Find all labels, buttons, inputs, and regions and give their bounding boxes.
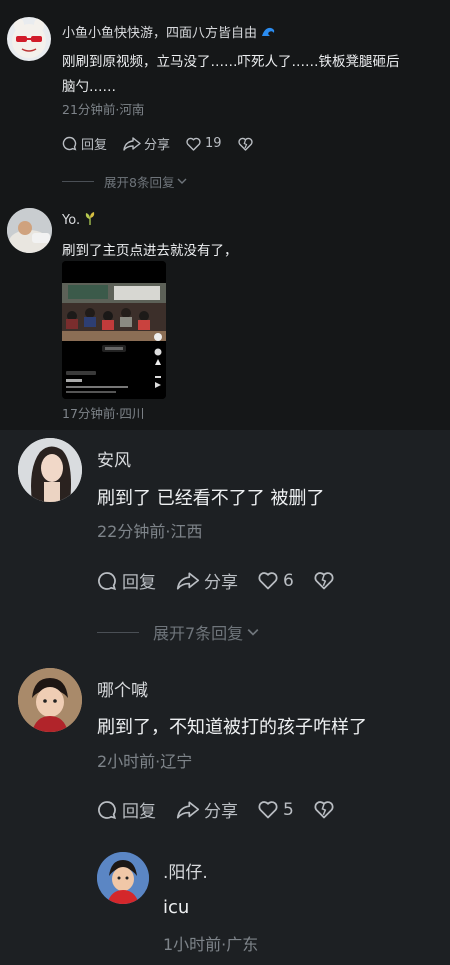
avatar[interactable] [97, 852, 149, 904]
comment-meta: 21分钟前·河南 [62, 102, 145, 117]
divider-line [97, 631, 139, 633]
comment-bubble-icon [62, 136, 77, 151]
comment-bubble-icon [97, 800, 117, 820]
share-arrow-icon [176, 800, 200, 819]
comment-actions: 回复 分享 6 [97, 568, 350, 593]
heart-icon [186, 137, 201, 151]
share-button[interactable]: 分享 [176, 797, 238, 822]
heart-icon [258, 571, 278, 590]
comment-text: 刷到了主页点进去就没有了， [62, 243, 238, 259]
comment-meta: 17分钟前·四川 [62, 406, 145, 421]
avatar[interactable] [18, 438, 82, 502]
chevron-down-icon [176, 174, 188, 189]
comment-meta: 1小时前·广东 [163, 935, 259, 954]
avatar[interactable] [18, 668, 82, 732]
reply-button[interactable]: 回复 [97, 568, 156, 593]
comment-bubble-icon [97, 571, 117, 591]
comment-text: 脑勺…… [62, 79, 116, 95]
comment-text: 刷到了 已经看不了了 被删了 [97, 488, 325, 509]
like-button[interactable]: 6 [258, 571, 294, 591]
comment-actions: 回复 分享 5 [97, 797, 350, 822]
avatar[interactable] [7, 208, 52, 253]
comment-username[interactable]: 哪个喊 [97, 676, 148, 701]
share-button[interactable]: 分享 [176, 568, 238, 593]
share-button[interactable]: 分享 [123, 134, 170, 153]
sprout-emoji-icon [84, 212, 96, 230]
comment-username[interactable]: .阳仔. [163, 858, 208, 883]
like-button[interactable]: 5 [258, 800, 294, 820]
avatar[interactable] [7, 17, 51, 61]
broken-heart-icon [237, 137, 253, 151]
dislike-button[interactable] [314, 800, 334, 819]
comment-text: 刷到了，不知道被打的孩子咋样了 [97, 717, 367, 738]
comment-username[interactable]: Yo. [62, 212, 96, 230]
reply-button[interactable]: 回复 [62, 134, 107, 153]
expand-replies-button[interactable]: 展开8条回复 [62, 172, 188, 191]
wave-emoji-icon [261, 25, 277, 43]
video-thumbnail[interactable] [62, 261, 166, 399]
comment-username[interactable]: 小鱼小鱼快快游，四面八方皆自由 [62, 22, 277, 43]
comment-meta: 2小时前·辽宁 [97, 752, 193, 771]
reply-button[interactable]: 回复 [97, 797, 156, 822]
comment-username[interactable]: 安风 [97, 446, 131, 471]
dislike-button[interactable] [314, 571, 334, 590]
comment-text: icu [163, 897, 190, 918]
expand-replies-button[interactable]: 展开7条回复 [97, 620, 261, 644]
comment-actions: 回复 分享 19 [62, 134, 269, 153]
comment-meta: 22分钟前·江西 [97, 522, 203, 541]
broken-heart-icon [314, 571, 334, 590]
chevron-down-icon [245, 623, 261, 642]
share-arrow-icon [123, 136, 141, 151]
divider-line [62, 181, 94, 182]
like-button[interactable]: 19 [186, 136, 222, 151]
broken-heart-icon [314, 800, 334, 819]
heart-icon [258, 800, 278, 819]
dislike-button[interactable] [237, 137, 253, 151]
comment-text: 刚刷到原视频，立马没了……吓死人了……铁板凳腿砸后 [62, 54, 400, 70]
share-arrow-icon [176, 571, 200, 590]
